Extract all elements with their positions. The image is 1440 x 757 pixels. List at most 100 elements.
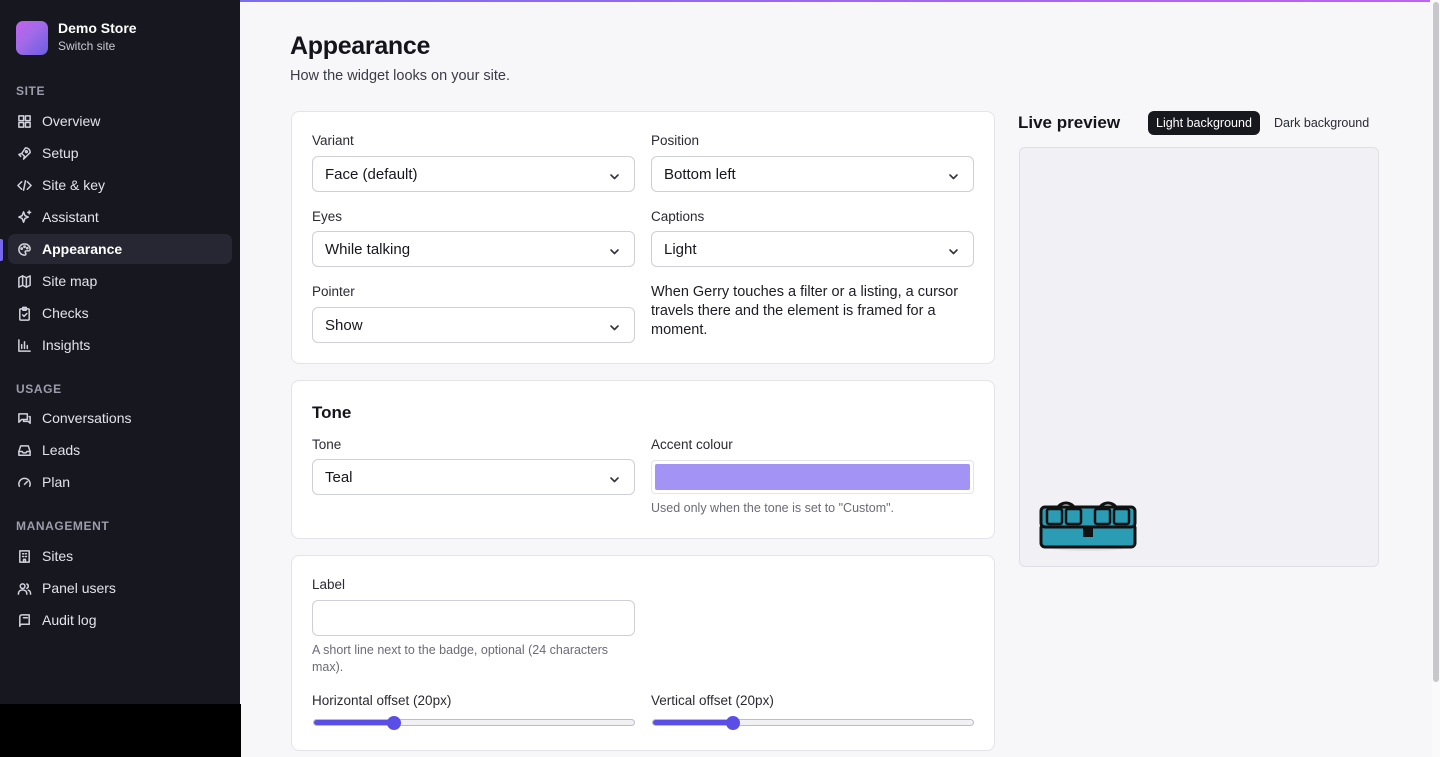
sidebar-item-appearance[interactable]: Appearance [8,234,232,264]
sidebar-item-label: Leads [42,442,81,458]
sparkles-icon [16,209,32,225]
section-usage-title: USAGE [16,382,62,396]
switch-site-link[interactable]: Switch site [58,37,137,55]
store-name: Demo Store [58,20,137,36]
sidebar: Demo Store Switch site SITE Overview Set… [0,0,240,704]
sidebar-item-site-key[interactable]: Site & key [8,170,232,200]
slider-fill [653,720,733,725]
tone-select[interactable]: Teal [312,459,635,495]
chevron-down-icon [609,472,620,483]
widget-settings-card: Variant Face (default) Position Bottom l… [291,111,995,364]
accent-colour-help: Used only when the tone is set to "Custo… [651,501,895,515]
inbox-icon [16,442,32,458]
sidebar-item-setup[interactable]: Setup [8,138,232,168]
label-offset-card: Label A short line next to the badge, op… [291,555,995,751]
sidebar-item-label: Appearance [42,241,123,257]
position-label: Position [651,133,700,148]
bar-chart-icon [16,337,32,353]
sidebar-item-label: Overview [42,113,101,129]
pointer-value: Show [325,316,363,334]
teal-face-badge-icon[interactable] [1036,495,1140,553]
chevron-down-icon [609,320,620,331]
section-site-title: SITE [16,84,46,98]
sidebar-item-leads[interactable]: Leads [8,435,232,465]
sidebar-item-label: Panel users [42,580,116,596]
vertical-offset-slider[interactable] [652,714,974,732]
active-indicator [0,239,3,261]
slider-track [313,719,635,726]
chevron-down-icon [948,169,959,180]
sidebar-item-assistant[interactable]: Assistant [8,202,232,232]
variant-value: Face (default) [325,165,418,183]
label-input[interactable] [312,600,635,636]
sidebar-item-label: Site map [42,273,98,289]
palette-icon [16,241,32,257]
position-value: Bottom left [664,165,736,183]
vertical-offset-label: Vertical offset (20px) [651,693,774,708]
pointer-description: When Gerry touches a filter or a listing… [651,284,959,338]
sidebar-item-label: Checks [42,305,89,321]
captions-select[interactable]: Light [651,231,974,267]
slider-thumb[interactable] [725,716,740,730]
sidebar-item-plan[interactable]: Plan [8,467,232,497]
gauge-icon [16,474,32,490]
sidebar-item-site-map[interactable]: Site map [8,266,232,296]
eyes-label: Eyes [312,209,343,224]
dark-background-tab[interactable]: Dark background [1266,111,1377,135]
tone-value: Teal [325,468,353,486]
chat-icon [16,410,32,426]
top-accent-line [240,0,1430,2]
sidebar-item-checks[interactable]: Checks [8,298,232,328]
sidebar-item-conversations[interactable]: Conversations [8,403,232,433]
sidebar-item-label: Sites [42,548,74,564]
sidebar-footer [0,704,241,757]
store-logo [16,20,48,55]
sidebar-item-label: Site & key [42,177,106,193]
sidebar-item-sites[interactable]: Sites [8,541,232,571]
store-switcher[interactable]: Demo Store Switch site [16,20,137,55]
scrollbar-thumb[interactable] [1433,2,1439,682]
tone-card: Tone Tone Teal Accent colour Used only w… [291,380,995,539]
label-help: A short line next to the badge, optional… [312,643,609,674]
light-background-tab[interactable]: Light background [1148,111,1260,135]
sidebar-item-label: Audit log [42,612,97,628]
horizontal-offset-slider[interactable] [313,714,635,732]
log-icon [16,612,32,628]
page-subtitle: How the widget looks on your site. [290,68,511,84]
live-preview-title: Live preview [1018,113,1121,132]
eyes-value: While talking [325,240,411,258]
slider-thumb[interactable] [386,716,401,730]
captions-label: Captions [651,209,705,224]
rocket-icon [16,145,32,161]
sidebar-item-panel-users[interactable]: Panel users [8,573,232,603]
grid-icon [16,113,32,129]
sidebar-item-insights[interactable]: Insights [8,330,232,360]
tone-label: Tone [312,437,342,452]
variant-select[interactable]: Face (default) [312,156,635,192]
pointer-label: Pointer [312,284,355,299]
accent-colour-swatch [655,464,970,490]
pointer-select[interactable]: Show [312,307,635,343]
position-select[interactable]: Bottom left [651,156,974,192]
map-icon [16,273,32,289]
accent-colour-label: Accent colour [651,437,733,452]
horizontal-offset-label: Horizontal offset (20px) [312,693,452,708]
accent-colour-picker[interactable] [651,460,974,494]
code-icon [16,177,32,193]
sidebar-item-audit-log[interactable]: Audit log [8,605,232,635]
sidebar-item-overview[interactable]: Overview [8,106,232,136]
chevron-down-icon [609,244,620,255]
chevron-down-icon [948,244,959,255]
users-icon [16,580,32,596]
sidebar-item-label: Conversations [42,410,132,426]
clipboard-check-icon [16,305,32,321]
label-field-label: Label [312,577,346,592]
sidebar-item-label: Insights [42,337,91,353]
variant-label: Variant [312,133,354,148]
page-title: Appearance [290,32,431,60]
building-icon [16,548,32,564]
sidebar-item-label: Plan [42,474,71,490]
captions-value: Light [664,240,697,258]
slider-track [652,719,974,726]
eyes-select[interactable]: While talking [312,231,635,267]
